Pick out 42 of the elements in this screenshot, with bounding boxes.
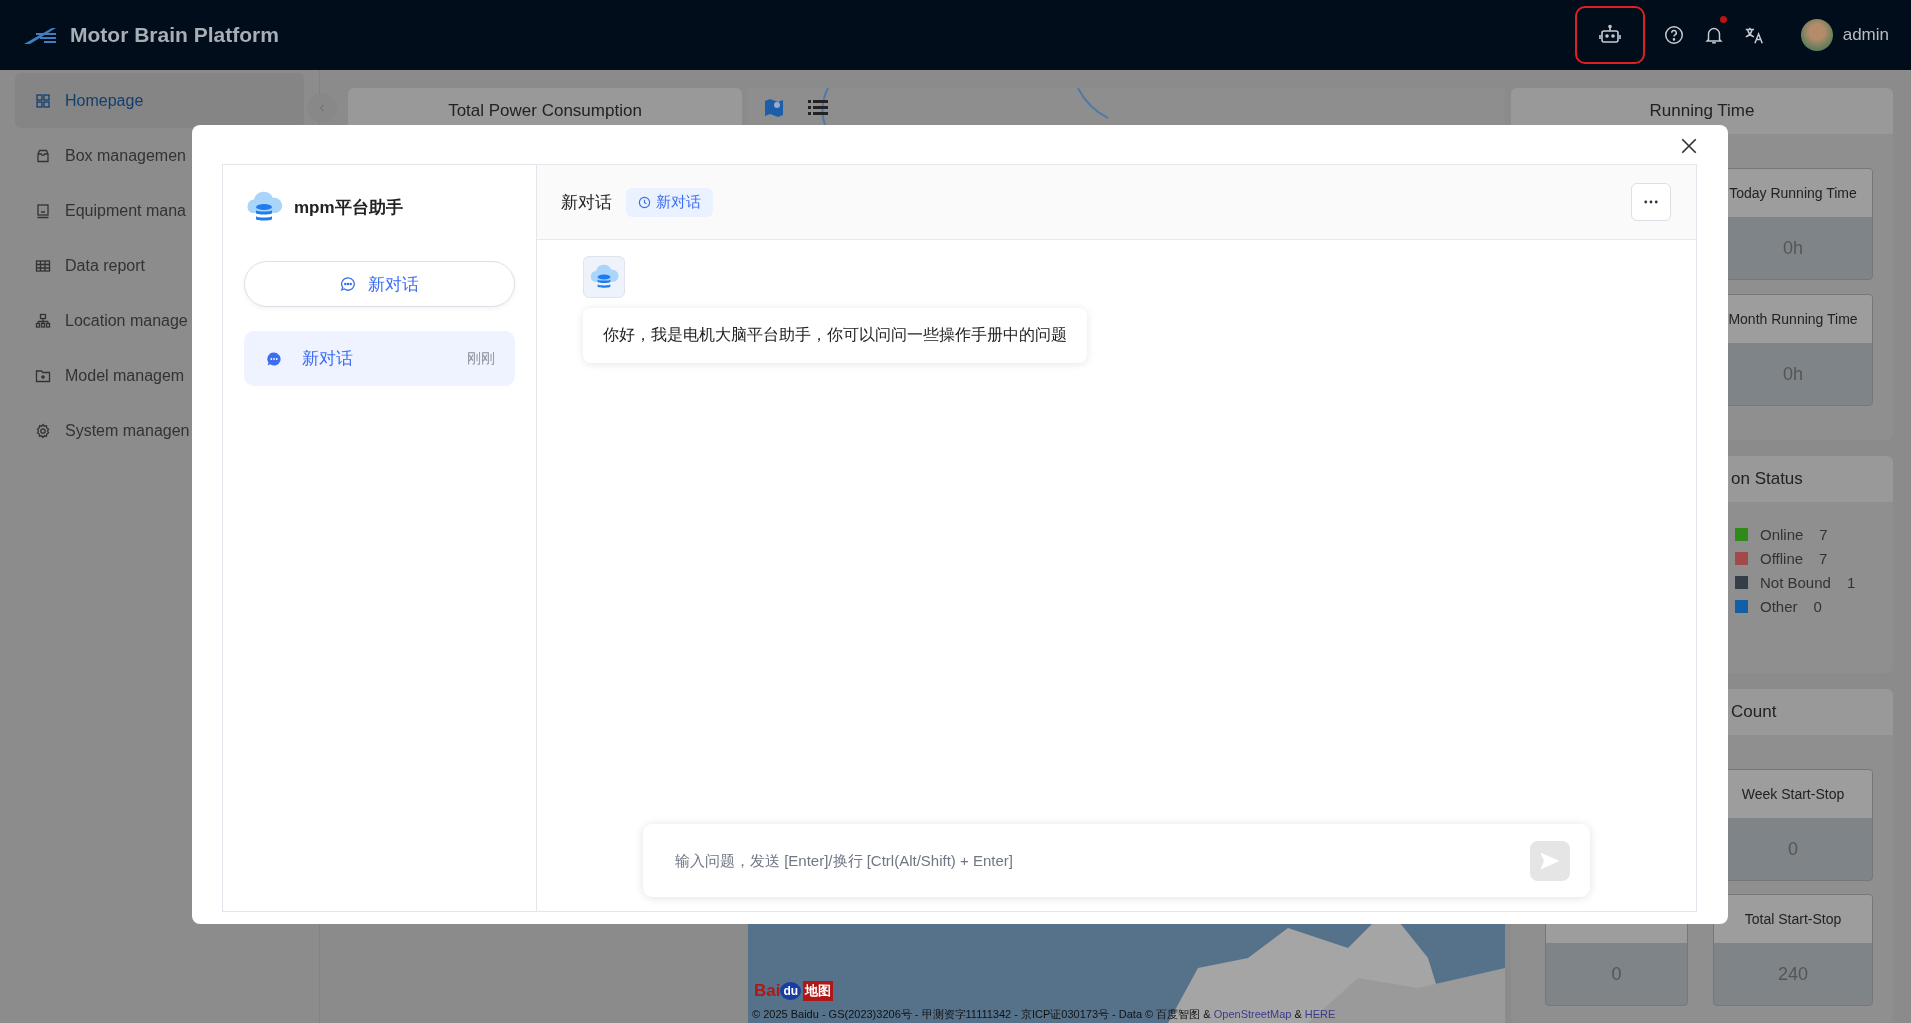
assistant-avatar	[583, 256, 625, 298]
user-name[interactable]: admin	[1842, 25, 1889, 45]
org-icon	[35, 312, 51, 329]
legend-label: Offline	[1760, 550, 1804, 567]
legend-label: Other	[1760, 598, 1798, 615]
gear-icon	[35, 422, 51, 439]
legend-label: Online	[1760, 526, 1804, 543]
help-icon[interactable]	[1662, 24, 1685, 46]
sidebar-item[interactable]: System managen	[15, 403, 304, 458]
folder-icon	[35, 367, 51, 384]
legend-count: 7	[1819, 550, 1828, 567]
grid-icon	[35, 92, 51, 109]
sidebar-item[interactable]: Box managemen	[15, 128, 304, 183]
conversation-title: 新对话	[302, 348, 354, 370]
table-icon	[35, 257, 51, 274]
map-logo: Bai du 地图	[754, 981, 834, 1001]
more-icon	[1644, 200, 1658, 204]
chat-bubble-icon	[340, 276, 356, 292]
legend-label: Not Bound	[1760, 574, 1831, 591]
device-icon	[35, 202, 51, 219]
chat-title: 新对话	[561, 191, 612, 214]
message-bubble: 你好，我是电机大脑平台助手，你可以问问一些操作手册中的问题	[583, 308, 1087, 363]
close-icon[interactable]	[1680, 137, 1698, 155]
new-chat-button[interactable]: 新对话	[244, 261, 515, 307]
map-link[interactable]: HERE	[1304, 1008, 1336, 1020]
user-avatar[interactable]	[1800, 19, 1833, 51]
chat-tag: 新对话	[626, 187, 713, 217]
legend-count: 1	[1846, 574, 1856, 591]
clock-icon	[638, 195, 651, 209]
legend-count: 7	[1819, 526, 1828, 543]
chat-bubble-icon	[266, 350, 282, 367]
sidebar-item[interactable]: Homepage	[15, 73, 304, 128]
legend-count: 0	[1813, 598, 1822, 615]
conversation-item[interactable]: 新对话 刚刚	[244, 331, 515, 386]
map-pin-icon[interactable]	[762, 96, 786, 120]
box-icon	[35, 147, 51, 164]
conversation-time: 刚刚	[467, 349, 495, 368]
map-link[interactable]: OpenStreetMap	[1213, 1008, 1292, 1020]
question-input[interactable]: 输入问题，发送 [Enter]/换行 [Ctrl(Alt/Shift) + Enter]	[673, 851, 1530, 870]
app-title: Motor Brain Platform	[70, 23, 279, 47]
map-copyright: © 2025 Baidu - GS(2023)3206号 - 甲测资字11111342 - 京ICP证030173号 - Data © 百度智图 & OpenStreetMap & HERE	[752, 1007, 1336, 1022]
assistant-name: mpm平台助手	[294, 196, 403, 219]
